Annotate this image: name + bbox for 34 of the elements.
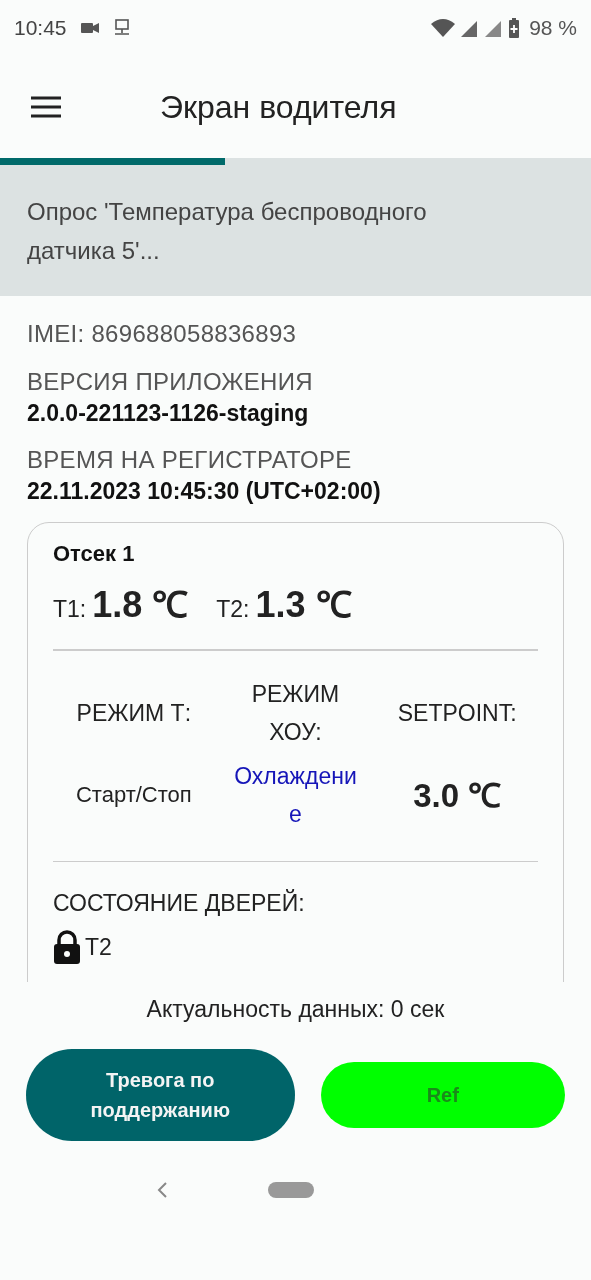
temp-value: 1.8 ℃ xyxy=(92,583,189,627)
temp-label: T2: xyxy=(216,596,250,623)
video-camera-icon xyxy=(80,22,99,34)
action-button[interactable]: Ref xyxy=(320,1062,565,1128)
banner-text: Опрос 'Температура беспроводного датчика 5'... xyxy=(27,196,428,266)
mode-value: 3.0 ℃ xyxy=(413,776,502,816)
signal-icon xyxy=(485,19,504,37)
mode-value: Старт/Стоп xyxy=(75,781,192,808)
screen-title: Экран водителя xyxy=(160,88,397,126)
action-button[interactable]: Тревога по поддержанию xyxy=(26,1049,295,1141)
status-time: 10:45 xyxy=(14,16,67,40)
compartment-title: Отсек 1 xyxy=(53,540,136,568)
door-name: T2 xyxy=(85,933,112,961)
info-label: ВРЕМЯ НА РЕГИСТРАТОРЕ xyxy=(27,445,353,475)
wifi-icon xyxy=(431,18,456,38)
battery-level: 98 % xyxy=(529,16,577,40)
mode-label: РЕЖИМ ХОУ: xyxy=(250,679,341,747)
menu-button[interactable] xyxy=(30,96,62,118)
data-freshness: Актуальность данных: 0 сек xyxy=(145,996,446,1023)
doors-label: СОСТОЯНИЕ ДВЕРЕЙ: xyxy=(53,888,306,918)
temp-value: 1.3 ℃ xyxy=(255,583,352,627)
info-value: 2.0.0-221123-1126-staging xyxy=(27,399,310,428)
back-icon[interactable] xyxy=(156,1181,168,1199)
info-value: 22.11.2023 10:45:30 (UTC+02:00) xyxy=(27,477,382,506)
mode-label: РЕЖИМ Т: xyxy=(75,698,193,728)
info-label: IMEI: 869688058836893 xyxy=(27,319,298,349)
mode-value[interactable]: Охлаждение xyxy=(233,756,358,833)
home-handle[interactable] xyxy=(268,1182,314,1198)
signal-icon xyxy=(461,19,480,37)
temp-label: T1: xyxy=(53,596,87,623)
mode-label: SETPOINT: xyxy=(396,698,518,728)
info-label: ВЕРСИЯ ПРИЛОЖЕНИЯ xyxy=(27,367,314,397)
battery-icon xyxy=(509,18,520,38)
computer-icon xyxy=(112,19,131,37)
